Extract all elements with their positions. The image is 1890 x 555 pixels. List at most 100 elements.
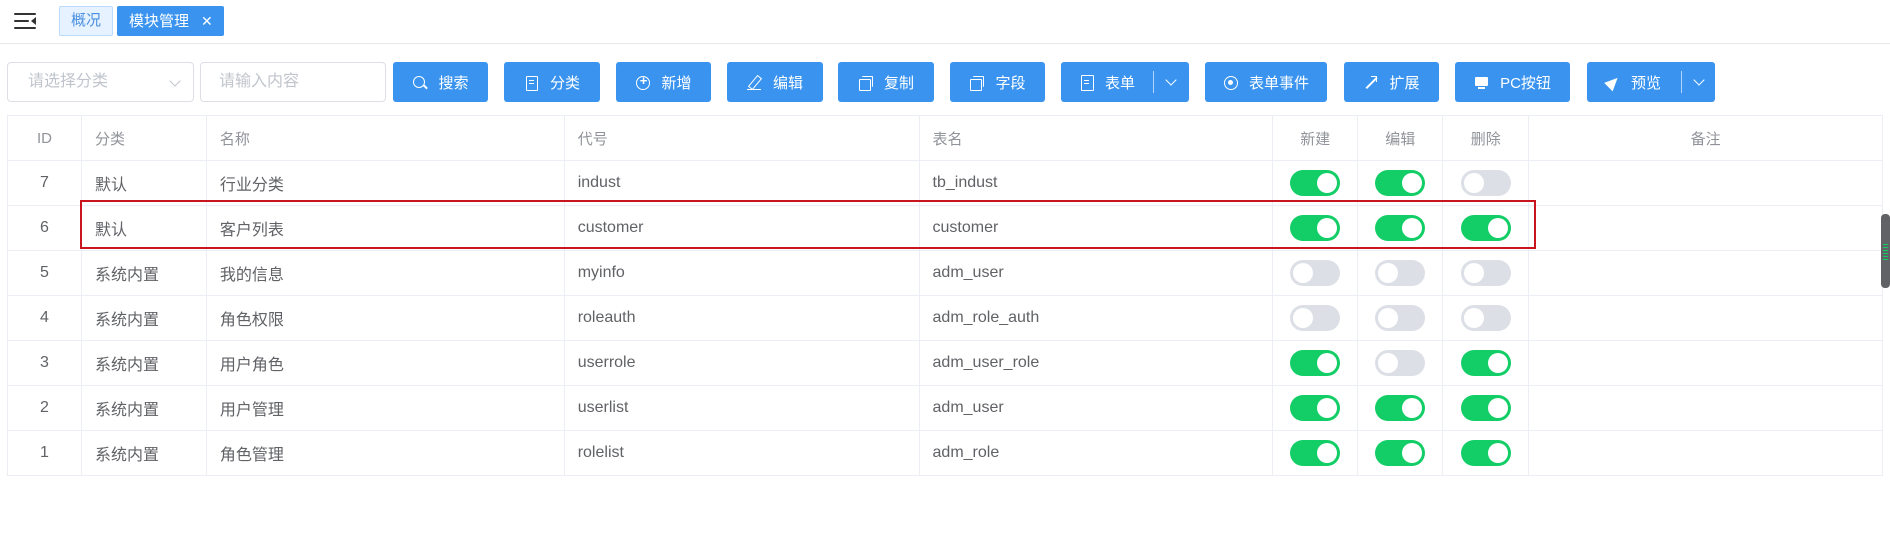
tab-module-label: 模块管理 [129, 13, 190, 30]
table-row[interactable]: 7 默认 行业分类 indust tb_indust [8, 161, 1883, 206]
header-code[interactable]: 代号 [565, 116, 920, 160]
chevron-down-icon[interactable] [1693, 74, 1705, 86]
edit-toggle-switch[interactable] [1375, 305, 1426, 331]
chevron-down-icon[interactable] [1165, 74, 1177, 86]
cell-delete-permission [1443, 251, 1530, 295]
cell-table-name: adm_user [920, 386, 1274, 430]
cell-code: customer [565, 206, 920, 250]
delete-toggle-switch[interactable] [1460, 215, 1511, 241]
cell-id: 2 [8, 386, 82, 430]
cell-delete-permission [1443, 296, 1530, 340]
cell-category: 默认 [82, 161, 207, 205]
delete-toggle-switch[interactable] [1460, 305, 1511, 331]
cell-id: 7 [8, 161, 82, 205]
cell-name: 角色管理 [207, 431, 565, 475]
edit-toggle-switch[interactable] [1375, 260, 1426, 286]
header-delete[interactable]: 删除 [1443, 116, 1530, 160]
table-row[interactable]: 1 系统内置 角色管理 rolelist adm_role [8, 431, 1883, 476]
table-row[interactable]: 4 系统内置 角色权限 roleauth adm_role_auth [8, 296, 1883, 341]
edit-toggle-switch[interactable] [1375, 395, 1426, 421]
chevron-down-icon [169, 75, 181, 87]
table-row[interactable]: 6 默认 客户列表 customer customer [8, 206, 1883, 251]
cell-table-name: tb_indust [920, 161, 1274, 205]
add-button[interactable]: 新增 [616, 62, 711, 102]
cell-edit-permission [1358, 341, 1444, 385]
header-id[interactable]: ID [8, 116, 82, 160]
cell-note [1529, 161, 1883, 205]
new-toggle-switch[interactable] [1290, 395, 1341, 421]
search-button[interactable]: 搜索 [393, 62, 488, 102]
new-toggle-switch[interactable] [1290, 215, 1341, 241]
new-toggle-switch[interactable] [1290, 440, 1341, 466]
field-button-label: 字段 [995, 74, 1026, 92]
edit-toggle-switch[interactable] [1375, 215, 1426, 241]
form-button-label: 表单 [1105, 74, 1136, 92]
new-toggle-switch[interactable] [1290, 350, 1341, 376]
toolbar: 请选择分类 搜索 分类 新增 编辑 复制 字段 表单 表单事件 扩展 PC按钮 … [0, 62, 1890, 102]
cell-edit-permission [1358, 251, 1444, 295]
cell-code: userlist [565, 386, 920, 430]
category-select-placeholder: 请选择分类 [28, 73, 109, 90]
cell-id: 6 [8, 206, 82, 250]
extend-button-label: 扩展 [1389, 74, 1420, 92]
delete-toggle-switch[interactable] [1460, 260, 1511, 286]
form-button[interactable]: 表单 [1061, 62, 1189, 102]
field-button[interactable]: 字段 [950, 62, 1045, 102]
tab-overview[interactable]: 概况 [59, 6, 114, 36]
pc-button-button[interactable]: PC按钮 [1455, 62, 1570, 102]
header-new[interactable]: 新建 [1273, 116, 1359, 160]
cell-id: 5 [8, 251, 82, 295]
edit-toggle-switch[interactable] [1375, 440, 1426, 466]
cell-delete-permission [1443, 161, 1530, 205]
search-button-label: 搜索 [438, 74, 469, 92]
header-note[interactable]: 备注 [1529, 116, 1883, 160]
edit-toggle-switch[interactable] [1375, 350, 1426, 376]
new-toggle-switch[interactable] [1290, 170, 1341, 196]
pc-button-label: PC按钮 [1500, 74, 1551, 92]
table-row[interactable]: 2 系统内置 用户管理 userlist adm_user [8, 386, 1883, 431]
cell-code: userrole [565, 341, 920, 385]
menu-fold-icon[interactable] [14, 10, 38, 32]
preview-button[interactable]: 预览 [1587, 62, 1715, 102]
table-row[interactable]: 3 系统内置 用户角色 userrole adm_user_role [8, 341, 1883, 386]
edit-toggle-switch[interactable] [1375, 170, 1426, 196]
cell-note [1529, 251, 1883, 295]
delete-toggle-switch[interactable] [1460, 170, 1511, 196]
edit-button[interactable]: 编辑 [727, 62, 823, 102]
delete-toggle-switch[interactable] [1460, 395, 1511, 421]
tab-module-management[interactable]: 模块管理 ✕ [117, 6, 224, 36]
new-toggle-switch[interactable] [1290, 260, 1341, 286]
cell-new-permission [1273, 386, 1359, 430]
delete-toggle-switch[interactable] [1460, 350, 1511, 376]
extend-button[interactable]: 扩展 [1344, 62, 1439, 102]
cell-edit-permission [1358, 386, 1444, 430]
form-event-button[interactable]: 表单事件 [1205, 62, 1327, 102]
search-input[interactable] [200, 62, 386, 102]
header-category[interactable]: 分类 [82, 116, 207, 160]
cell-category: 系统内置 [82, 251, 207, 295]
scrollbar-thumb[interactable] [1881, 214, 1890, 288]
table-header: ID 分类 名称 代号 表名 新建 编辑 删除 备注 [8, 116, 1883, 161]
new-toggle-switch[interactable] [1290, 305, 1341, 331]
cell-table-name: adm_user_role [920, 341, 1274, 385]
copy-button[interactable]: 复制 [838, 62, 934, 102]
form-event-button-label: 表单事件 [1248, 74, 1309, 92]
delete-toggle-switch[interactable] [1460, 440, 1511, 466]
table-row[interactable]: 5 系统内置 我的信息 myinfo adm_user [8, 251, 1883, 296]
cell-category: 系统内置 [82, 386, 207, 430]
document-icon [1079, 74, 1094, 91]
copy-icon [858, 75, 873, 91]
category-select[interactable]: 请选择分类 [7, 62, 194, 102]
cell-delete-permission [1443, 431, 1530, 475]
target-icon [1223, 75, 1238, 90]
book-icon [524, 75, 539, 91]
header-table-name[interactable]: 表名 [920, 116, 1274, 160]
category-button[interactable]: 分类 [504, 62, 600, 102]
header-edit[interactable]: 编辑 [1358, 116, 1444, 160]
header-name[interactable]: 名称 [207, 116, 565, 160]
monitor-icon [1474, 75, 1489, 90]
cell-new-permission [1273, 296, 1359, 340]
close-icon[interactable]: ✕ [201, 7, 213, 35]
cell-code: myinfo [565, 251, 920, 295]
edit-button-label: 编辑 [772, 74, 803, 92]
